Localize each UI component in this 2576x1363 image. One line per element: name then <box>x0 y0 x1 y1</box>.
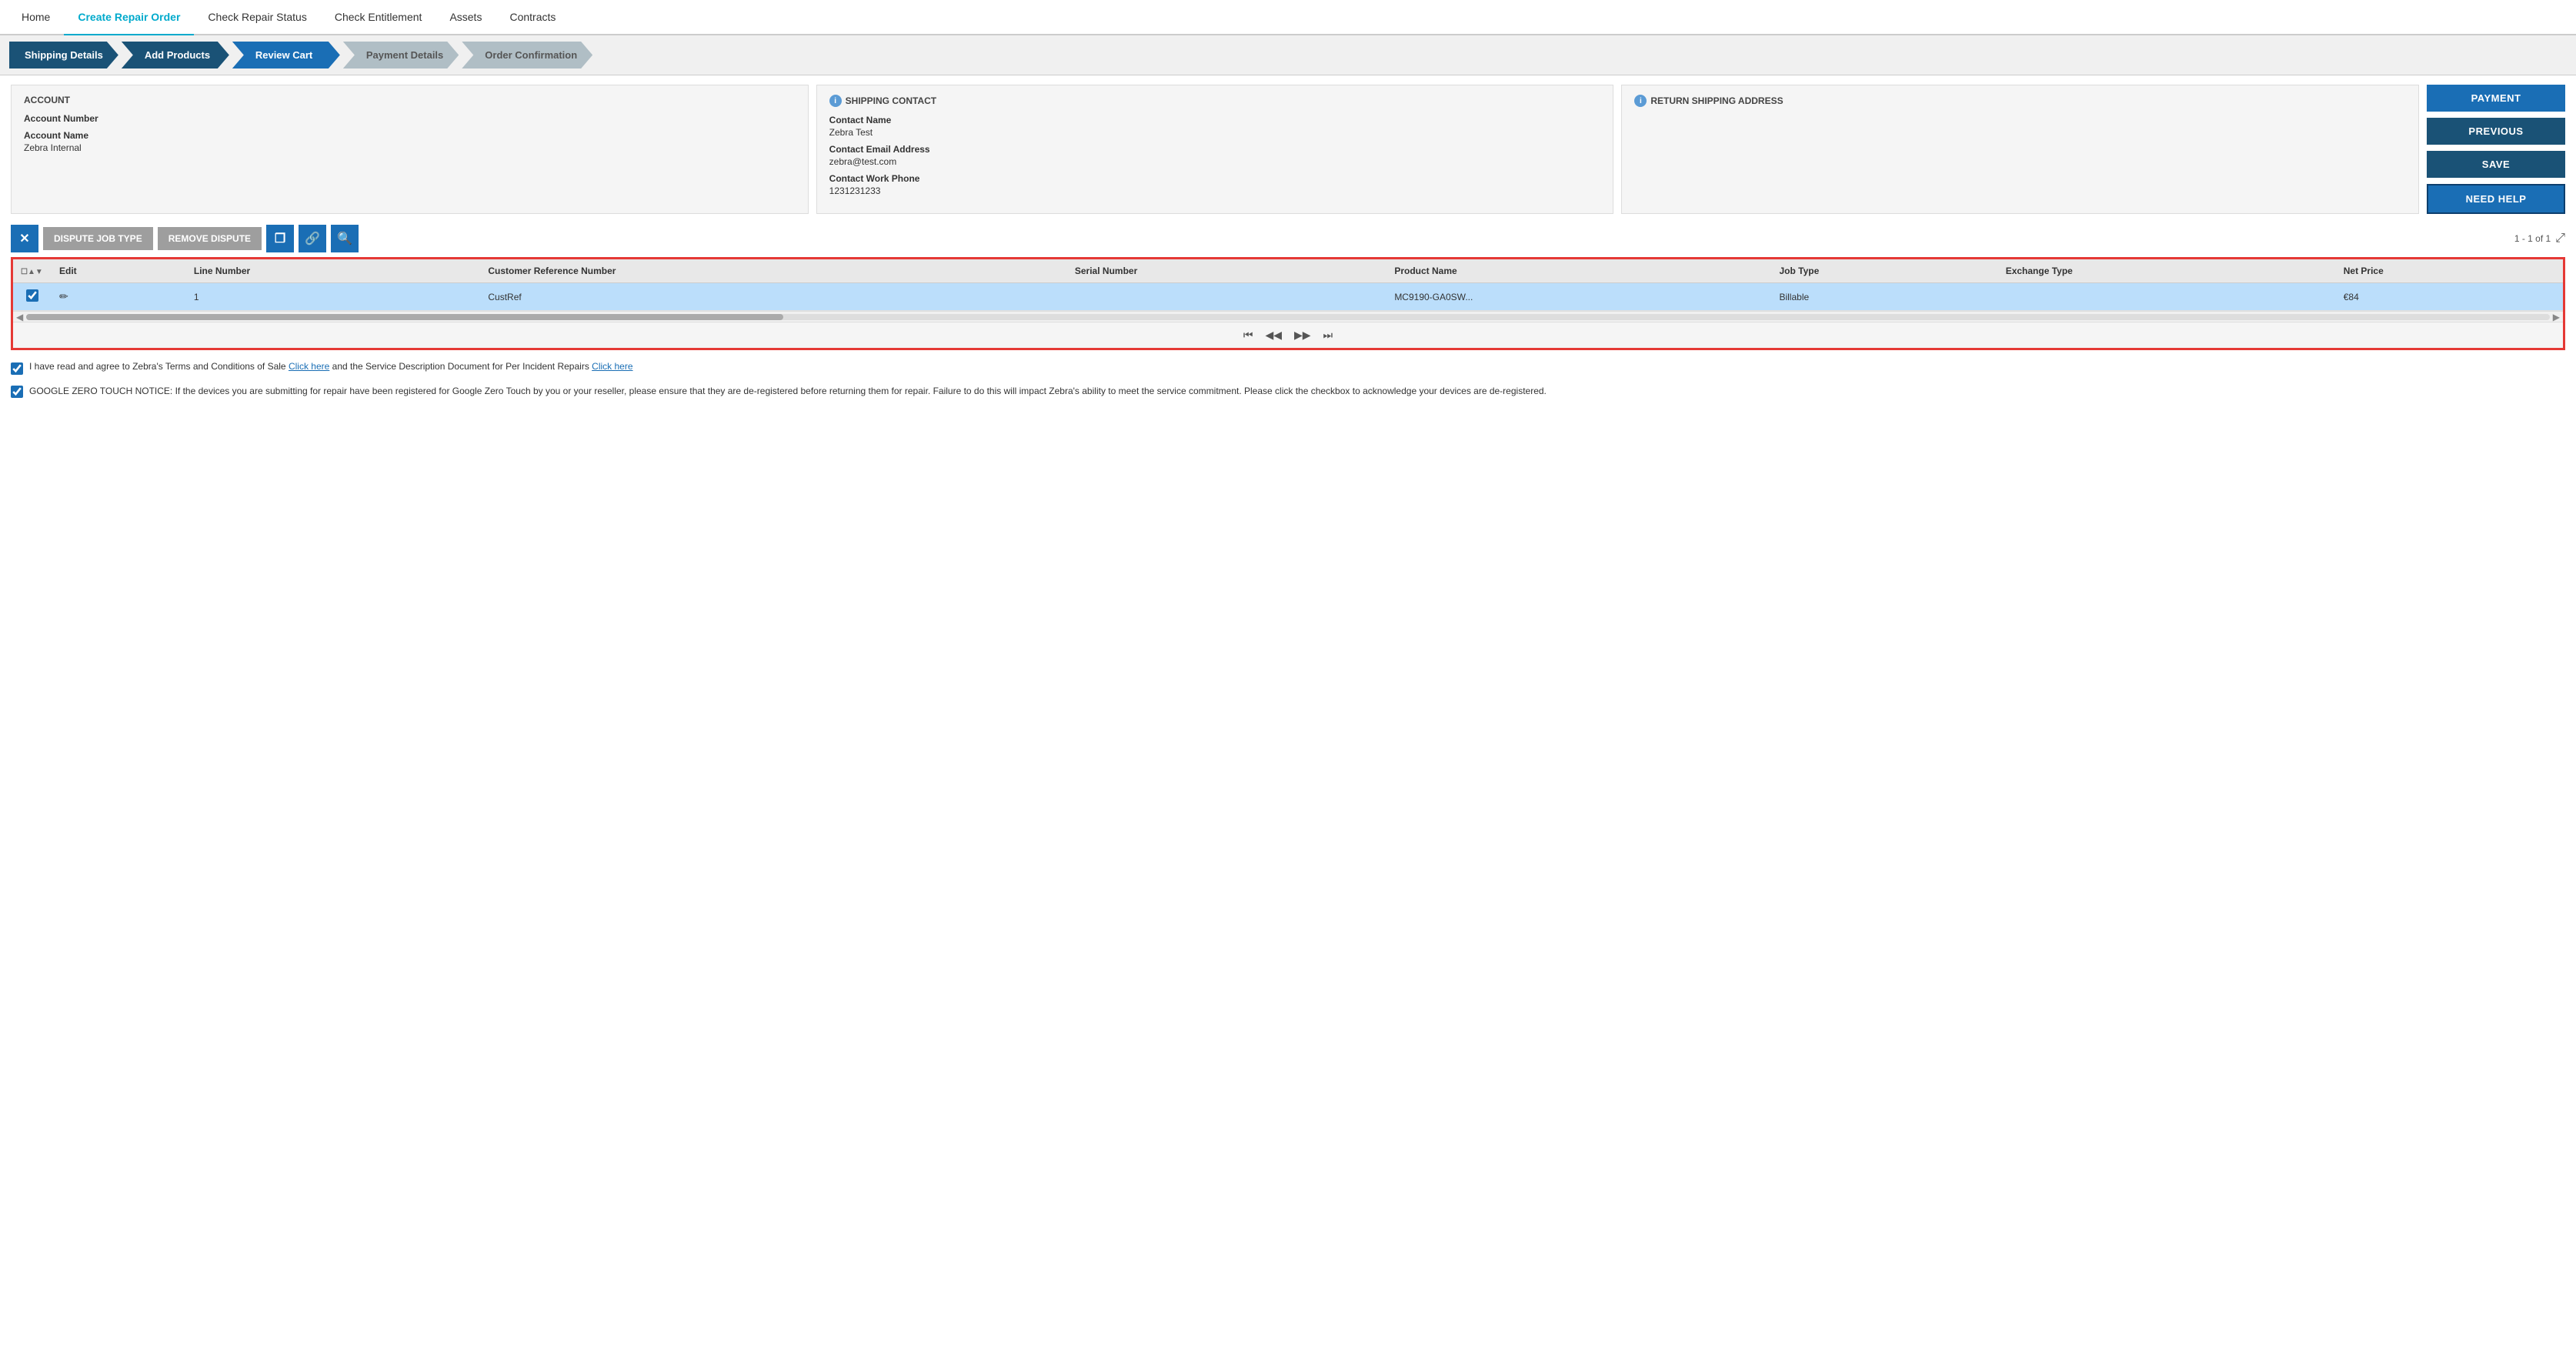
nav-check-repair-status[interactable]: Check Repair Status <box>194 0 320 34</box>
step-add-products[interactable]: Add Products <box>122 42 229 68</box>
row-product-name: MC9190-GA0SW... <box>1386 283 1771 311</box>
google-notice-row: GOOGLE ZERO TOUCH NOTICE: If the devices… <box>11 384 2565 398</box>
row-net-price: €84 <box>2336 283 2563 311</box>
notice-text: GOOGLE ZERO TOUCH NOTICE: If the devices… <box>29 384 1547 398</box>
scrollbar-thumb[interactable] <box>26 314 783 320</box>
info-icon-shipping: i <box>829 95 842 107</box>
nav-create-repair-order[interactable]: Create Repair Order <box>64 0 194 35</box>
row-checkbox-cell[interactable] <box>13 283 52 311</box>
account-number-label: Account Number <box>24 113 796 124</box>
notice-checkbox[interactable] <box>11 386 23 398</box>
contact-email-label: Contact Email Address <box>829 144 1601 155</box>
return-address-card: i RETURN SHIPPING ADDRESS <box>1621 85 2419 214</box>
contact-name-value: Zebra Test <box>829 127 1601 138</box>
row-exchange-type <box>1998 283 2336 311</box>
last-page-button[interactable]: ⏭ <box>1320 327 1336 343</box>
shipping-contact-title: i SHIPPING CONTACT <box>829 95 1601 107</box>
data-table: ☐▲▼ Edit Line Number Customer Reference … <box>13 259 2563 311</box>
edit-icon[interactable]: ✏ <box>59 290 68 302</box>
row-edit-cell[interactable]: ✏ <box>52 283 186 311</box>
table-header-row: ☐▲▼ Edit Line Number Customer Reference … <box>13 259 2563 283</box>
nav-home[interactable]: Home <box>8 0 64 34</box>
save-button[interactable]: SAVE <box>2427 151 2565 178</box>
horizontal-scrollbar[interactable]: ◀ ▶ <box>13 311 2563 322</box>
row-customer-ref: CustRef <box>480 283 1067 311</box>
step-payment-details[interactable]: Payment Details <box>343 42 459 68</box>
col-net-price: Net Price <box>2336 259 2563 283</box>
account-name-label: Account Name <box>24 130 796 141</box>
side-buttons-panel: PAYMENT PREVIOUS SAVE NEED HELP <box>2427 85 2565 214</box>
data-table-wrapper: ☐▲▼ Edit Line Number Customer Reference … <box>11 257 2565 350</box>
contact-phone-label: Contact Work Phone <box>829 173 1601 184</box>
scrollbar-track[interactable] <box>26 314 2550 320</box>
main-content: ACCOUNT Account Number Account Name Zebr… <box>0 75 2576 407</box>
terms-link-2[interactable]: Click here <box>592 361 632 372</box>
close-button[interactable]: ✕ <box>11 225 38 252</box>
col-line-number: Line Number <box>186 259 481 283</box>
step-order-confirmation[interactable]: Order Confirmation <box>462 42 592 68</box>
row-checkbox[interactable] <box>26 289 38 302</box>
need-help-button[interactable]: NEED HELP <box>2427 184 2565 214</box>
col-edit: Edit <box>52 259 186 283</box>
table-pagination-controls: ⏮ ◀◀ ▶▶ ⏭ <box>13 322 2563 348</box>
step-review-cart[interactable]: Review Cart <box>232 42 340 68</box>
col-product-name: Product Name <box>1386 259 1771 283</box>
terms-link-1[interactable]: Click here <box>289 361 329 372</box>
copy-button[interactable]: ❐ <box>266 225 294 252</box>
contact-email-value: zebra@test.com <box>829 156 1601 167</box>
row-serial-number <box>1067 283 1386 311</box>
dispute-job-type-button[interactable]: DISPUTE JOB TYPE <box>43 227 153 250</box>
header-sort-icons: ☐▲▼ <box>21 268 43 276</box>
previous-button[interactable]: PREVIOUS <box>2427 118 2565 145</box>
col-checkbox: ☐▲▼ <box>13 259 52 283</box>
terms-row: I have read and agree to Zebra's Terms a… <box>11 361 2565 375</box>
account-name-value: Zebra Internal <box>24 142 796 153</box>
table-row: ✏ 1 CustRef MC9190-GA0SW... Billable €84 <box>13 283 2563 311</box>
nav-contracts[interactable]: Contracts <box>496 0 569 34</box>
contact-name-label: Contact Name <box>829 115 1601 125</box>
remove-dispute-button[interactable]: REMOVE DISPUTE <box>158 227 262 250</box>
terms-text: I have read and agree to Zebra's Terms a… <box>29 361 633 372</box>
nav-assets[interactable]: Assets <box>435 0 496 34</box>
search-button[interactable]: 🔍 <box>331 225 359 252</box>
account-card: ACCOUNT Account Number Account Name Zebr… <box>11 85 809 214</box>
table-toolbar: ✕ DISPUTE JOB TYPE REMOVE DISPUTE ❐ 🔗 🔍 … <box>11 225 2565 252</box>
first-page-button[interactable]: ⏮ <box>1240 327 1256 343</box>
steps-bar: Shipping Details Add Products Review Car… <box>0 35 2576 75</box>
terms-checkbox[interactable] <box>11 362 23 375</box>
col-exchange-type: Exchange Type <box>1998 259 2336 283</box>
account-title: ACCOUNT <box>24 95 796 105</box>
top-navigation: Home Create Repair Order Check Repair St… <box>0 0 2576 35</box>
col-customer-ref: Customer Reference Number <box>480 259 1067 283</box>
col-job-type: Job Type <box>1771 259 1997 283</box>
nav-check-entitlement[interactable]: Check Entitlement <box>321 0 436 34</box>
pagination-info: 1 - 1 of 1 ⤢ <box>2514 232 2565 246</box>
next-page-button[interactable]: ▶▶ <box>1291 327 1314 343</box>
prev-page-button[interactable]: ◀◀ <box>1262 327 1285 343</box>
info-cards-row: ACCOUNT Account Number Account Name Zebr… <box>11 85 2565 214</box>
step-shipping-details[interactable]: Shipping Details <box>9 42 118 68</box>
info-icon-return: i <box>1634 95 1647 107</box>
shipping-contact-card: i SHIPPING CONTACT Contact Name Zebra Te… <box>816 85 1614 214</box>
payment-button[interactable]: PAYMENT <box>2427 85 2565 112</box>
return-address-title: i RETURN SHIPPING ADDRESS <box>1634 95 2406 107</box>
attach-button[interactable]: 🔗 <box>299 225 326 252</box>
row-job-type: Billable <box>1771 283 1997 311</box>
col-serial-number: Serial Number <box>1067 259 1386 283</box>
expand-icon[interactable]: ⤢ <box>2555 232 2565 246</box>
row-line-number: 1 <box>186 283 481 311</box>
contact-phone-value: 1231231233 <box>829 185 1601 196</box>
